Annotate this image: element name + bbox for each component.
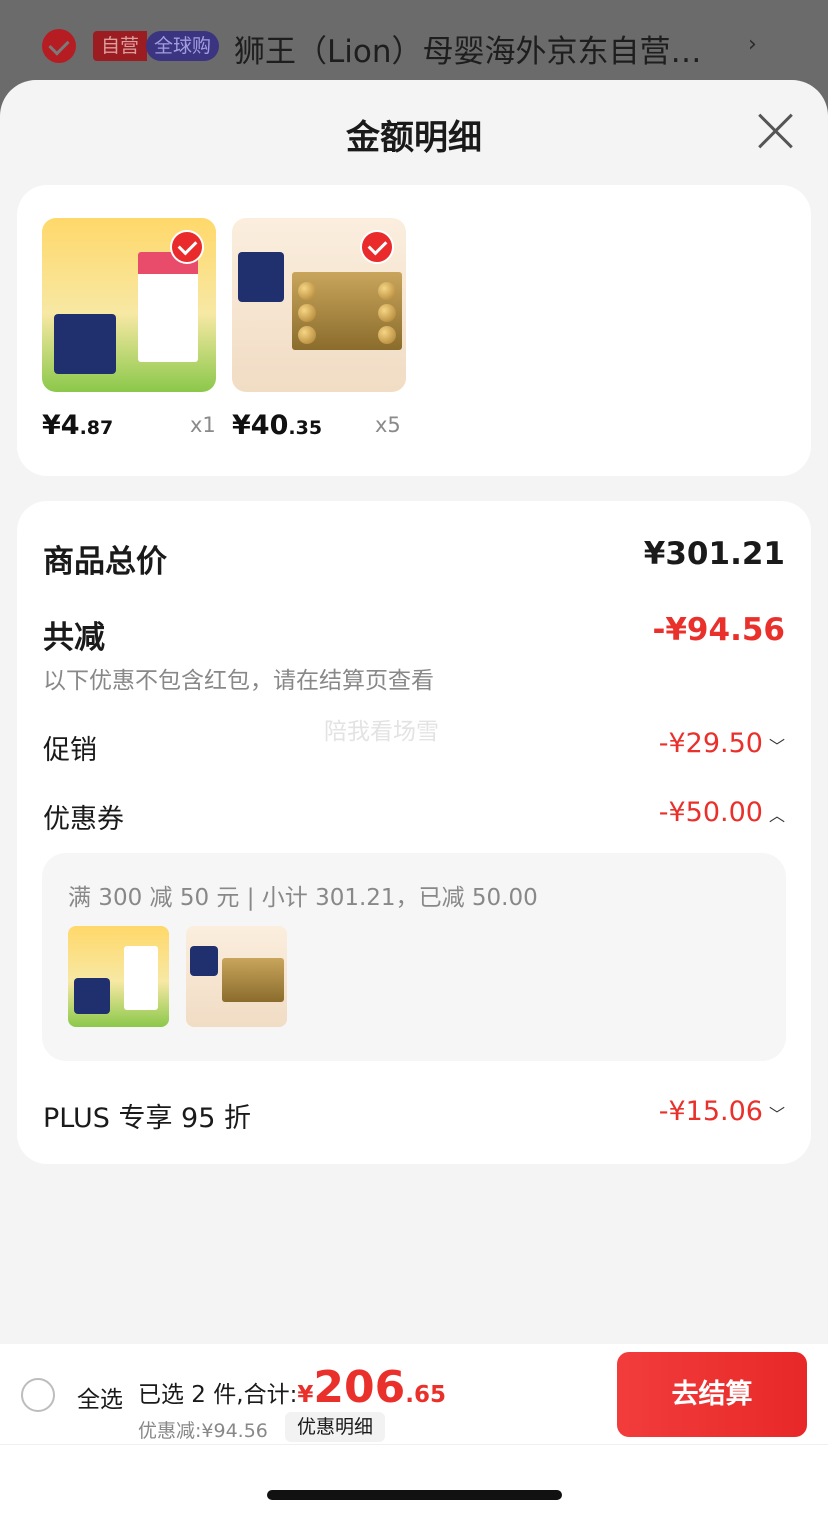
chocolate-box-graphic xyxy=(222,958,284,1002)
promotion-label: 促销 xyxy=(43,735,97,766)
watermark-text: 陪我看场雪 xyxy=(324,719,439,745)
product-image-lion[interactable] xyxy=(42,218,216,392)
chocolate-ball xyxy=(298,282,316,300)
coupon-product-thumb xyxy=(68,926,169,1027)
product-quantity: x1 xyxy=(190,413,216,437)
goods-total-label: 商品总价 xyxy=(43,544,167,580)
product-price: ¥40.35 xyxy=(232,410,323,441)
total-currency: ¥ xyxy=(297,1382,314,1408)
plus-discount-label: PLUS 专享 95 折 xyxy=(43,1103,251,1134)
store-title: 狮王（Lion）母婴海外京东自营… xyxy=(234,34,702,70)
product-quantity: x5 xyxy=(375,413,401,437)
chevron-right-icon: › xyxy=(748,32,757,57)
discount-detail-button[interactable]: 优惠明细 xyxy=(285,1412,386,1442)
chocolate-ball xyxy=(298,326,316,344)
plus-discount-row[interactable]: -¥15.06 ﹀ xyxy=(659,1096,785,1127)
home-indicator xyxy=(267,1490,562,1500)
checkout-bar: 全选 已选 2 件,合计:¥206.65 优惠减:¥94.56 优惠明细 去结算 xyxy=(0,1344,828,1517)
products-card: ¥4.87 x1 ¥40.35 x5 xyxy=(17,185,811,476)
total-reduction-value: -¥94.56 xyxy=(652,612,786,648)
promo-badge-graphic xyxy=(190,946,218,976)
chevron-down-icon: ﹀ xyxy=(768,737,785,756)
global-purchase-tag: 全球购 xyxy=(146,31,220,61)
product-image-ferrero[interactable] xyxy=(232,218,406,392)
chocolate-ball xyxy=(378,304,396,322)
total-reduction-label: 共减 xyxy=(43,620,105,656)
checkout-button[interactable]: 去结算 xyxy=(617,1352,807,1437)
total-summary: 已选 2 件,合计:¥206.65 xyxy=(138,1362,446,1413)
chocolate-ball xyxy=(378,326,396,344)
self-operated-tag: 自营 xyxy=(93,31,148,61)
promo-badge-graphic xyxy=(54,314,116,374)
chevron-up-icon: ︿ xyxy=(768,806,785,825)
selected-count-text: 已选 2 件,合计: xyxy=(138,1382,298,1408)
product-price: ¥4.87 xyxy=(42,410,114,441)
promo-badge-graphic xyxy=(74,978,110,1014)
select-all-radio[interactable] xyxy=(21,1378,55,1412)
coupon-label: 优惠券 xyxy=(43,804,124,835)
chocolate-ball xyxy=(298,304,316,322)
promotion-row[interactable]: -¥29.50 ﹀ xyxy=(659,728,785,759)
chevron-down-icon: ﹀ xyxy=(768,1105,785,1124)
divider xyxy=(0,1444,828,1445)
select-all-label[interactable]: 全选 xyxy=(77,1380,123,1414)
product-box-graphic xyxy=(124,946,158,1010)
sheet-title: 金额明细 xyxy=(346,118,482,158)
amount-detail-sheet: 金额明细 ¥4.87 x1 ¥40.35 x5 商品总价 ¥301.21 共减 xyxy=(0,80,828,1517)
total-decimal: .65 xyxy=(405,1382,446,1408)
coupon-row[interactable]: -¥50.00 ︿ xyxy=(659,797,785,828)
total-integer: 206 xyxy=(313,1362,406,1413)
goods-total-value: ¥301.21 xyxy=(643,536,785,572)
chocolate-ball xyxy=(378,282,396,300)
selected-check-icon[interactable] xyxy=(360,230,394,264)
coupon-product-thumb xyxy=(186,926,287,1027)
selected-check-icon[interactable] xyxy=(170,230,204,264)
price-detail-card: 商品总价 ¥301.21 共减 -¥94.56 以下优惠不包含红包，请在结算页查… xyxy=(17,501,811,1164)
reduction-note: 以下优惠不包含红包，请在结算页查看 xyxy=(43,668,434,694)
close-icon[interactable] xyxy=(757,112,795,150)
promo-badge-graphic xyxy=(238,252,284,302)
checkbox-checked-icon xyxy=(42,29,76,63)
discount-summary: 优惠减:¥94.56 xyxy=(138,1420,268,1442)
coupon-detail-box: 满 300 减 50 元 | 小计 301.21，已减 50.00 xyxy=(42,853,786,1061)
coupon-description: 满 300 减 50 元 | 小计 301.21，已减 50.00 xyxy=(68,885,538,911)
